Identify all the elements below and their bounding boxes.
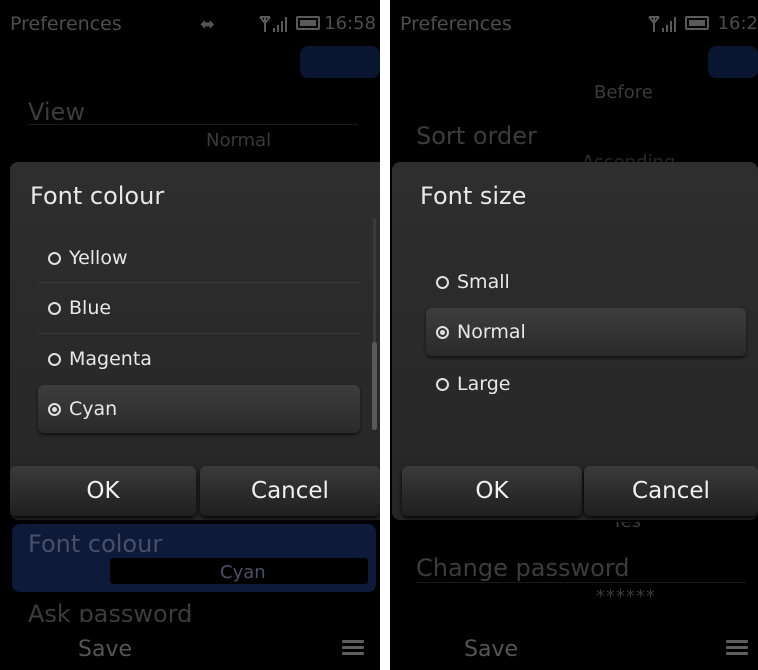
- change-password-label: Change password: [416, 554, 630, 582]
- option-small[interactable]: Small: [426, 258, 746, 306]
- scrollbar-thumb[interactable]: [372, 342, 377, 430]
- battery-icon: [685, 16, 709, 30]
- dialog-title: Font size: [420, 182, 527, 210]
- option-cyan[interactable]: Cyan: [38, 385, 360, 433]
- usb-icon: ⬌: [200, 14, 216, 35]
- divider: [416, 582, 746, 583]
- option-large[interactable]: Large: [426, 360, 746, 408]
- ask-password-label: Ask password: [28, 600, 193, 622]
- option-blue[interactable]: Blue: [38, 284, 360, 332]
- status-title: Preferences: [10, 13, 122, 35]
- radio-icon: [48, 402, 61, 416]
- signal-icon: [648, 16, 676, 32]
- status-bar: Preferences 16:2: [390, 0, 758, 40]
- cancel-button[interactable]: Cancel: [200, 466, 380, 516]
- status-bar: Preferences ⬌ 16:58: [0, 0, 380, 40]
- option-label: Magenta: [69, 348, 152, 370]
- option-label: Cyan: [69, 398, 118, 420]
- divider: [38, 282, 360, 283]
- option-label: Blue: [69, 297, 112, 319]
- view-label: View: [28, 98, 85, 126]
- ok-button[interactable]: OK: [10, 466, 196, 516]
- option-normal[interactable]: Normal: [426, 308, 746, 356]
- before-value: Before: [594, 82, 653, 103]
- option-label: Normal: [457, 321, 526, 343]
- battery-icon: [296, 16, 320, 30]
- clock-highlight: [300, 46, 380, 78]
- view-value: Normal: [206, 130, 272, 151]
- sort-order-value: Ascending: [582, 152, 675, 162]
- right-screen: Preferences 16:2 Before Sort order Ascen…: [390, 0, 758, 670]
- font-colour-row-label: Font colour: [28, 530, 163, 558]
- font-colour-row-value: Cyan: [220, 562, 266, 583]
- option-label: Yellow: [69, 247, 128, 269]
- radio-icon: [48, 301, 61, 315]
- divider: [38, 333, 360, 334]
- radio-icon: [436, 325, 449, 339]
- signal-icon: [259, 16, 287, 32]
- option-label: Small: [457, 271, 510, 293]
- ask-password-value: Yes: [612, 522, 641, 532]
- password-mask: ******: [596, 586, 656, 607]
- dialog-title: Font colour: [30, 182, 165, 210]
- divider: [28, 124, 358, 125]
- radio-icon: [436, 377, 449, 391]
- status-time: 16:2: [717, 13, 758, 34]
- radio-icon: [48, 251, 61, 265]
- menu-icon[interactable]: [342, 640, 364, 656]
- status-time: 16:58: [324, 13, 376, 34]
- cancel-button[interactable]: Cancel: [584, 466, 758, 516]
- menu-icon[interactable]: [726, 640, 748, 656]
- ok-button[interactable]: OK: [402, 466, 582, 516]
- save-button[interactable]: Save: [78, 637, 132, 662]
- save-button[interactable]: Save: [464, 637, 518, 662]
- clock-highlight: [708, 46, 758, 78]
- bottom-toolbar: Save: [390, 622, 758, 670]
- left-screen: Preferences ⬌ 16:58 View Normal Font col…: [0, 0, 380, 670]
- radio-icon: [48, 352, 61, 366]
- sort-order-label: Sort order: [416, 122, 537, 150]
- status-title: Preferences: [400, 13, 512, 35]
- option-magenta[interactable]: Magenta: [38, 335, 360, 383]
- bottom-toolbar: Save: [0, 622, 380, 670]
- option-yellow[interactable]: Yellow: [38, 234, 360, 282]
- option-label: Large: [457, 373, 511, 395]
- radio-icon: [436, 275, 449, 289]
